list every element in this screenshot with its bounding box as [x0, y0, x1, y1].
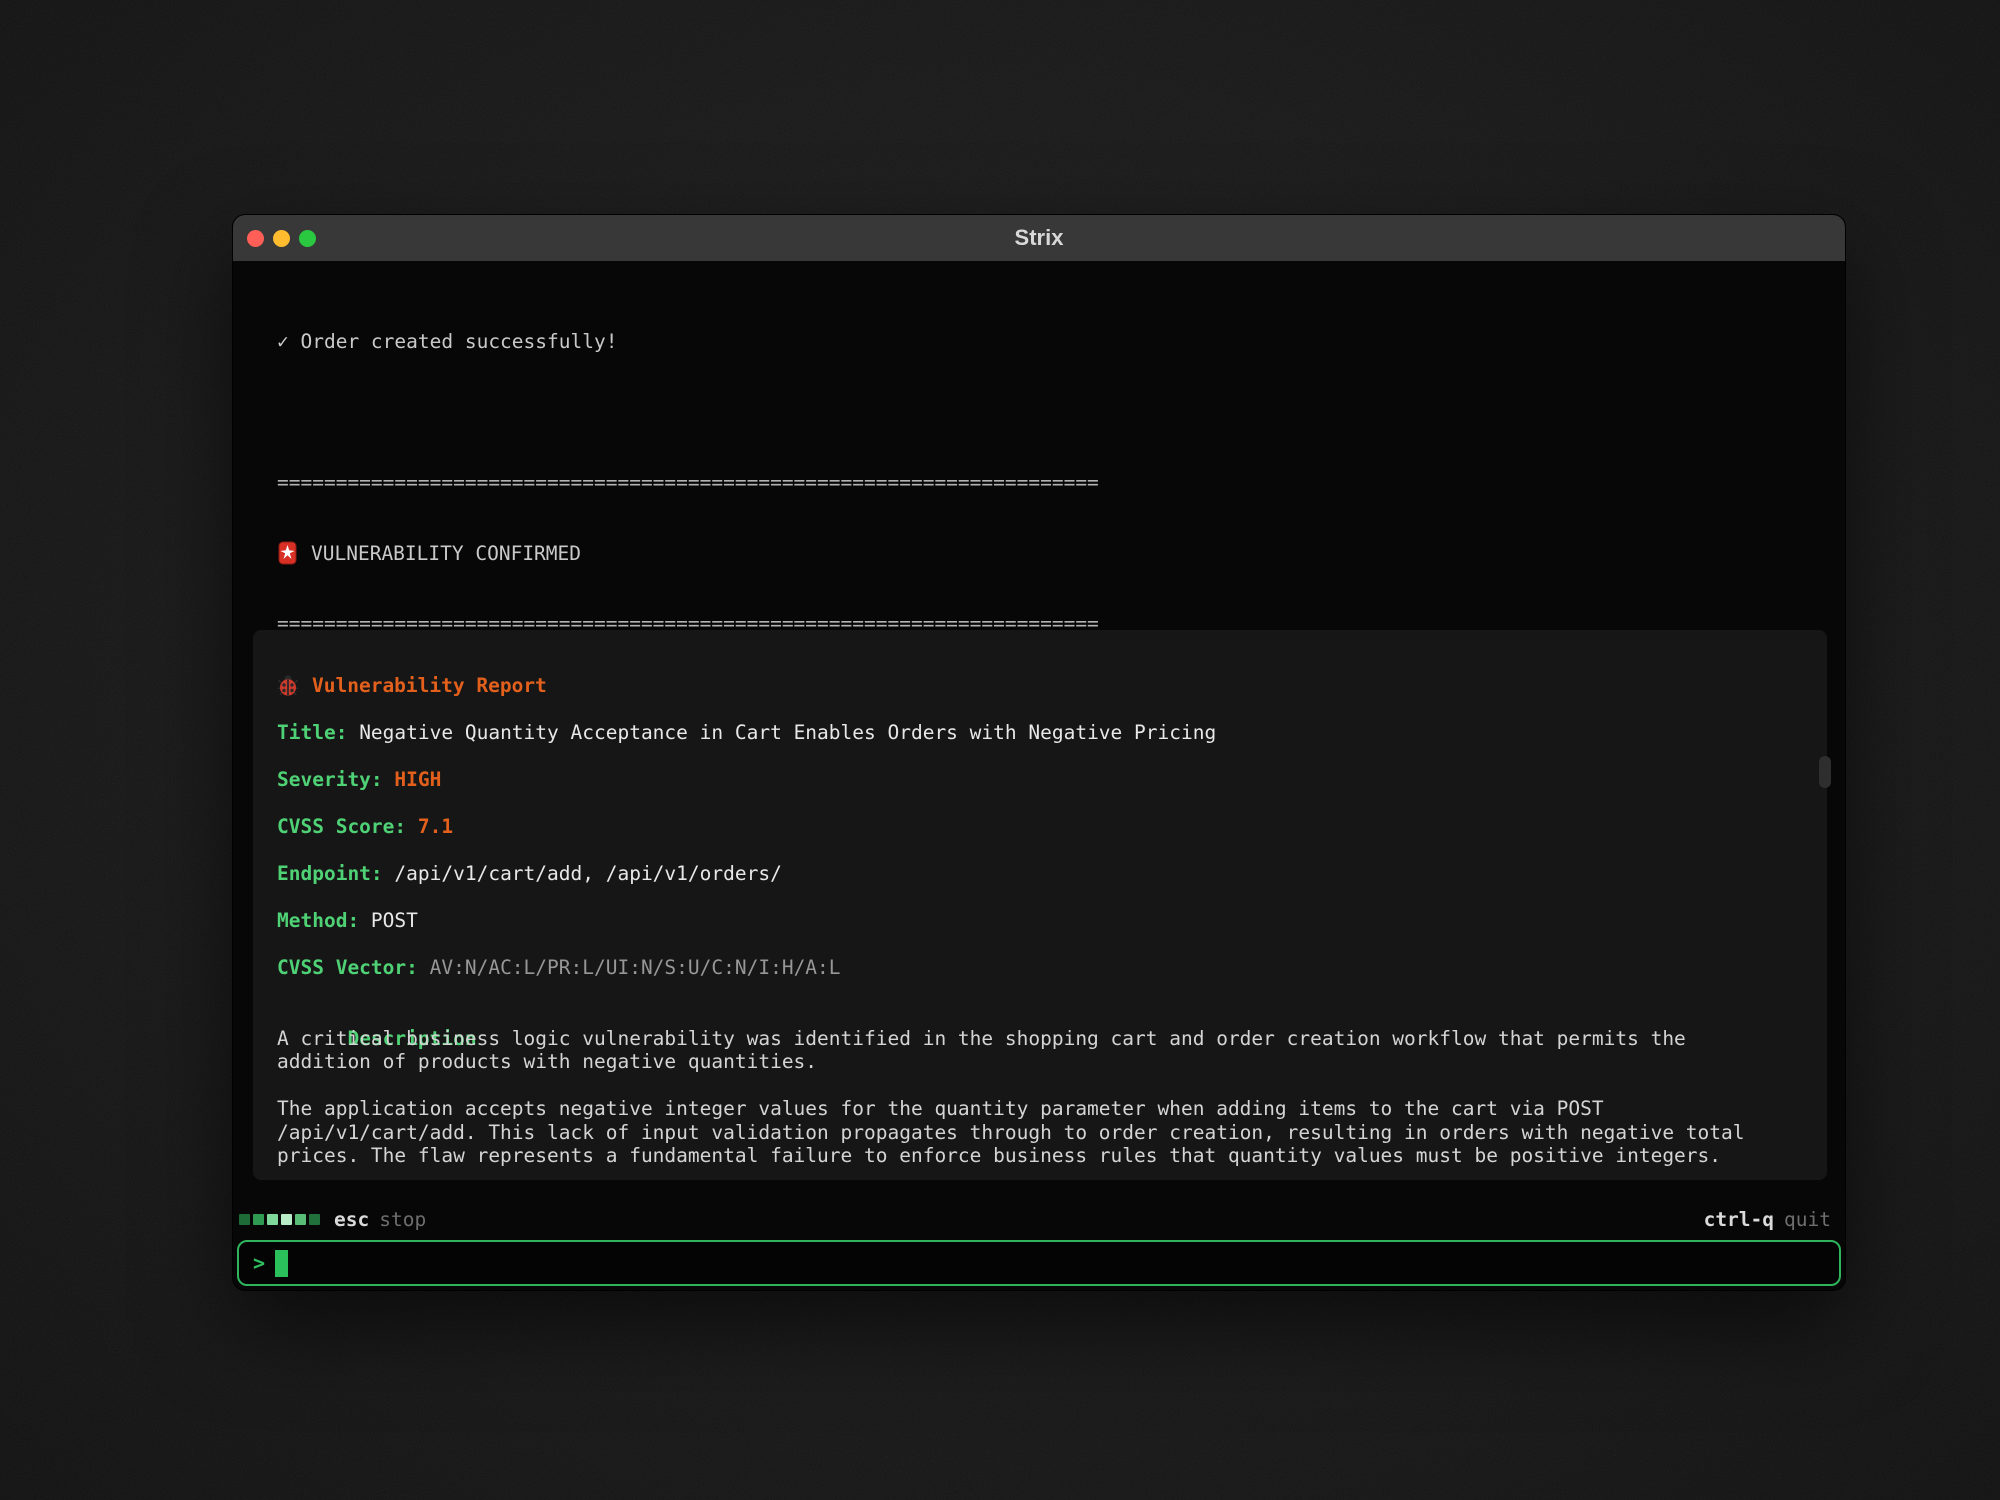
window-titlebar: Strix — [233, 215, 1845, 261]
command-input[interactable]: > — [237, 1240, 1841, 1286]
esc-action-label: stop — [379, 1208, 426, 1231]
description-heading: Description — [277, 1003, 1803, 1027]
spinner-block — [253, 1214, 264, 1225]
order-success-line: ✓ Order created successfully! — [277, 330, 1815, 354]
cvss-score-value: 7.1 — [418, 815, 453, 839]
cvss-vector-label: CVSS Vector: — [277, 956, 430, 980]
blank-line — [277, 401, 1815, 425]
window-title: Strix — [233, 225, 1845, 251]
description-paragraph-1: A critical business logic vulnerability … — [277, 1027, 1757, 1074]
quit-action-label: quit — [1784, 1208, 1831, 1231]
vulnerability-report-panel: Vulnerability Report Title: Negative Qua… — [253, 630, 1827, 1180]
vulnerability-confirmed-line: VULNERABILITY CONFIRMED — [277, 542, 1815, 566]
vulnerability-confirmed-text: VULNERABILITY CONFIRMED — [311, 542, 581, 566]
siren-icon — [277, 541, 298, 565]
spinner-block — [267, 1214, 278, 1225]
report-header: Vulnerability Report — [277, 674, 1803, 698]
activity-spinner — [239, 1214, 320, 1225]
prompt-symbol: > — [253, 1251, 265, 1275]
spinner-block — [239, 1214, 250, 1225]
spinner-block — [309, 1214, 320, 1225]
status-left: esc stop — [239, 1208, 426, 1231]
report-cvss-vector-row: CVSS Vector: AV:N/AC:L/PR:L/UI:N/S:U/C:N… — [277, 956, 1803, 980]
endpoint-label: Endpoint: — [277, 862, 394, 886]
bug-icon — [277, 674, 299, 697]
method-label: Method: — [277, 909, 371, 933]
report-header-text: Vulnerability Report — [312, 674, 547, 698]
separator-line: ========================================… — [277, 471, 1815, 495]
report-method-row: Method: POST — [277, 909, 1803, 933]
cvss-vector-value: AV:N/AC:L/PR:L/UI:N/S:U/C:N/I:H/A:L — [430, 956, 841, 980]
quit-key-hint: ctrl-q — [1704, 1208, 1774, 1231]
spinner-block — [295, 1214, 306, 1225]
report-cvss-score-row: CVSS Score: 7.1 — [277, 815, 1803, 839]
report-endpoint-row: Endpoint: /api/v1/cart/add, /api/v1/orde… — [277, 862, 1803, 886]
method-value: POST — [371, 909, 418, 933]
endpoint-value: /api/v1/cart/add, /api/v1/orders/ — [394, 862, 781, 886]
description-paragraph-2: The application accepts negative integer… — [277, 1097, 1757, 1168]
severity-value: HIGH — [394, 768, 441, 792]
severity-label: Severity: — [277, 768, 394, 792]
spinner-block — [281, 1214, 292, 1225]
text-cursor — [275, 1250, 288, 1277]
cvss-score-label: CVSS Score: — [277, 815, 418, 839]
title-value: Negative Quantity Acceptance in Cart Ena… — [359, 721, 1216, 745]
title-label: Title: — [277, 721, 359, 745]
report-severity-row: Severity: HIGH — [277, 768, 1803, 792]
status-bar: esc stop ctrl-q quit — [239, 1205, 1831, 1233]
status-right: ctrl-q quit — [1704, 1208, 1831, 1231]
esc-key-hint: esc — [334, 1208, 369, 1231]
scrollbar-thumb[interactable] — [1819, 756, 1831, 788]
report-title-row: Title: Negative Quantity Acceptance in C… — [277, 721, 1803, 745]
strix-terminal-window: Strix ✓ Order created successfully! ====… — [233, 215, 1845, 1290]
